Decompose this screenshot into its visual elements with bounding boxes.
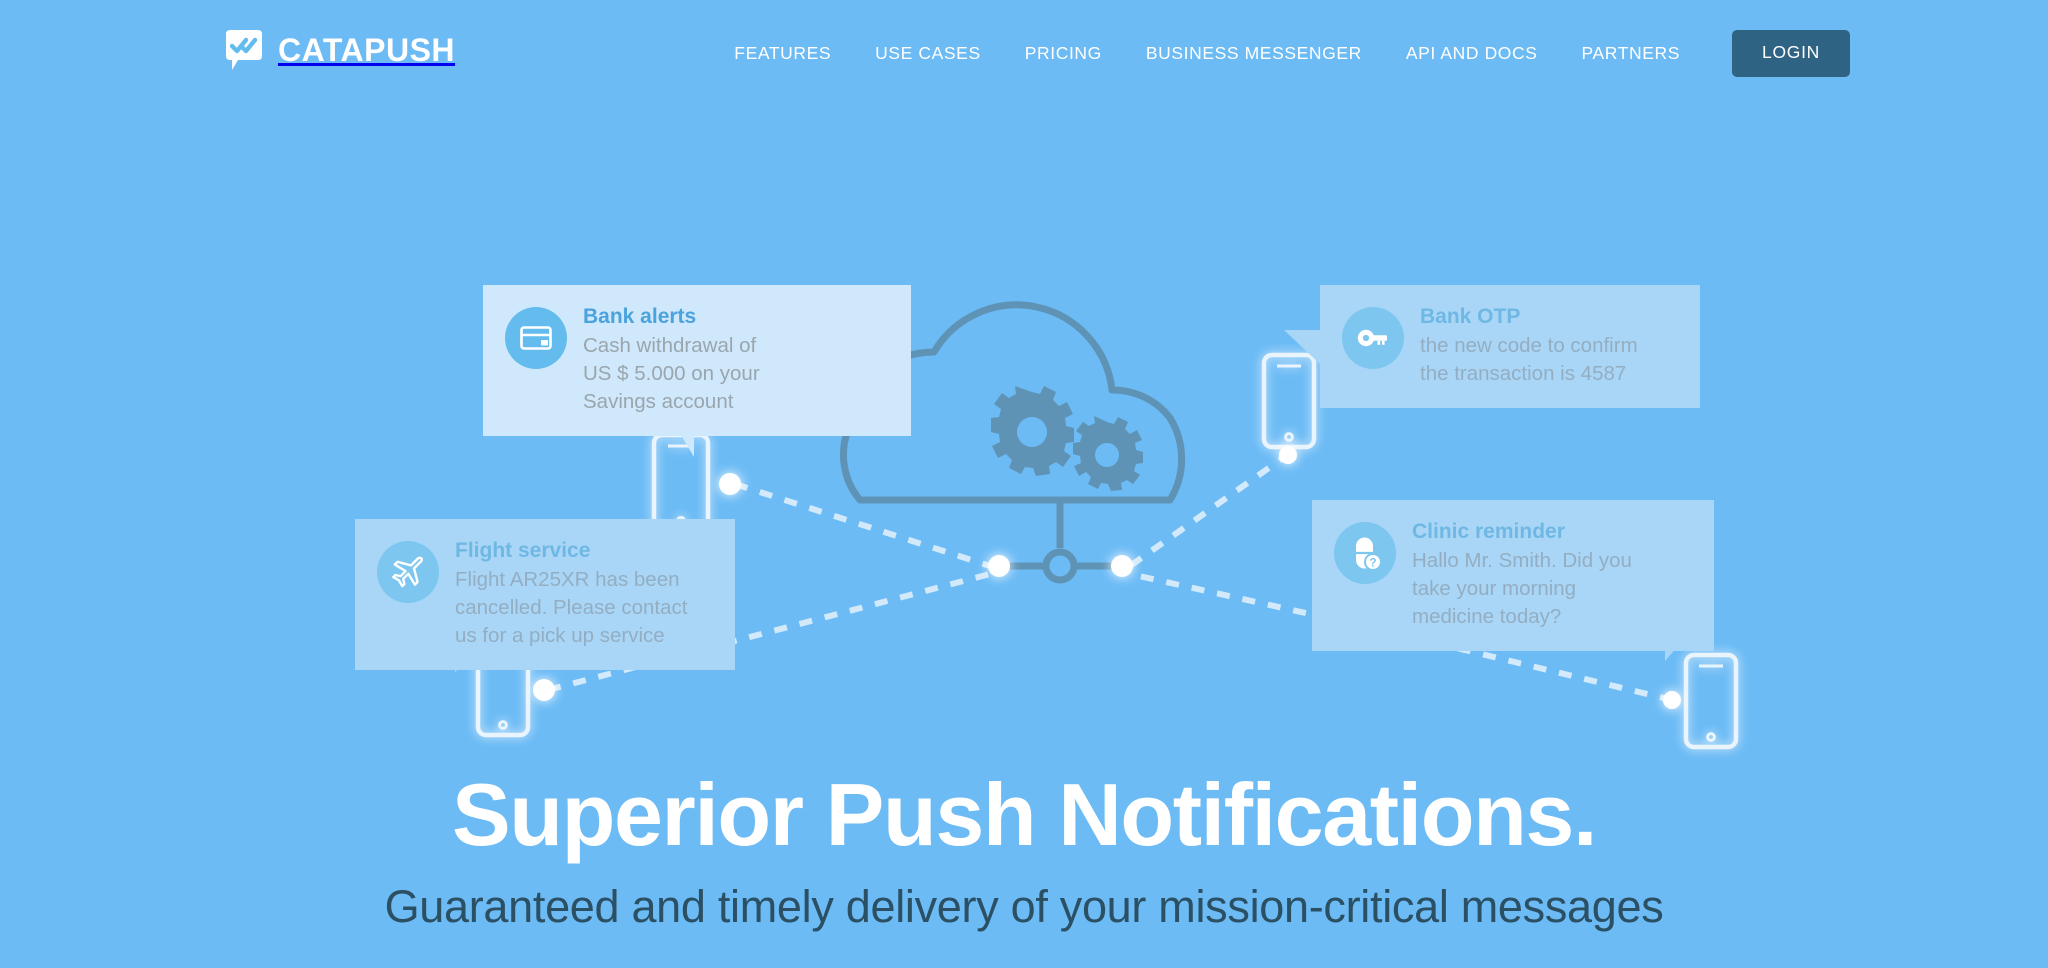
speech-bubble-double-check-icon — [222, 28, 266, 72]
page-subtitle: Guaranteed and timely delivery of your m… — [384, 880, 1664, 932]
hero-illustration: Bank alerts Cash withdrawal of US $ 5.00… — [0, 0, 2048, 800]
notification-card-bank-otp[interactable]: Bank OTP the new code to confirm the tra… — [1320, 285, 1700, 408]
nav-item-features[interactable]: FEATURES — [712, 39, 853, 67]
gear-large-icon — [991, 386, 1074, 476]
phone-clinic-reminder — [1683, 652, 1739, 750]
site-header: CATAPUSH FEATURES USE CASES PRICING BUSI… — [0, 0, 2048, 104]
notification-title: Bank OTP — [1420, 305, 1521, 328]
key-icon — [1342, 307, 1404, 369]
pill-question-icon: ? — [1334, 522, 1396, 584]
bubble-tail-bank-otp — [1284, 330, 1320, 364]
login-button[interactable]: LOGIN — [1732, 30, 1850, 77]
page-title: Superior Push Notifications. — [451, 765, 1597, 864]
nav-item-api-and-docs[interactable]: API AND DOCS — [1384, 39, 1560, 67]
notification-title: Bank alerts — [583, 305, 697, 328]
gear-small-icon — [1073, 416, 1143, 491]
nav-item-business-messenger[interactable]: BUSINESS MESSENGER — [1124, 39, 1384, 67]
notification-text: Cash withdrawal of US $ 5.000 on your Sa… — [583, 333, 760, 413]
svg-text:?: ? — [1369, 557, 1376, 569]
notification-card-bank-alerts[interactable]: Bank alerts Cash withdrawal of US $ 5.00… — [483, 285, 911, 436]
notification-card-flight-service[interactable]: Flight service Flight AR25XR has been ca… — [355, 519, 735, 670]
airplane-icon — [377, 541, 439, 603]
brand-logo[interactable]: CATAPUSH — [222, 28, 455, 72]
nav-item-use-cases[interactable]: USE CASES — [853, 39, 1003, 67]
notification-text: Flight AR25XR has been cancelled. Please… — [455, 567, 688, 647]
nav-item-partners[interactable]: PARTNERS — [1560, 39, 1702, 67]
notification-title: Clinic reminder — [1412, 520, 1565, 543]
hero-copy: Superior Push Notifications. Guaranteed … — [0, 770, 2048, 931]
phone-bank-otp — [1261, 352, 1317, 450]
nav-item-pricing[interactable]: PRICING — [1003, 39, 1124, 67]
notification-card-clinic-reminder[interactable]: ? Clinic reminder Hallo Mr. Smith. Did y… — [1312, 500, 1714, 651]
credit-card-icon — [505, 307, 567, 369]
brand-name: CATAPUSH — [278, 32, 456, 68]
notification-text: the new code to confirm the transaction … — [1420, 333, 1638, 385]
notification-text: Hallo Mr. Smith. Did you take your morni… — [1412, 548, 1632, 628]
notification-title: Flight service — [455, 539, 591, 562]
main-navigation: FEATURES USE CASES PRICING BUSINESS MESS… — [712, 30, 1850, 77]
